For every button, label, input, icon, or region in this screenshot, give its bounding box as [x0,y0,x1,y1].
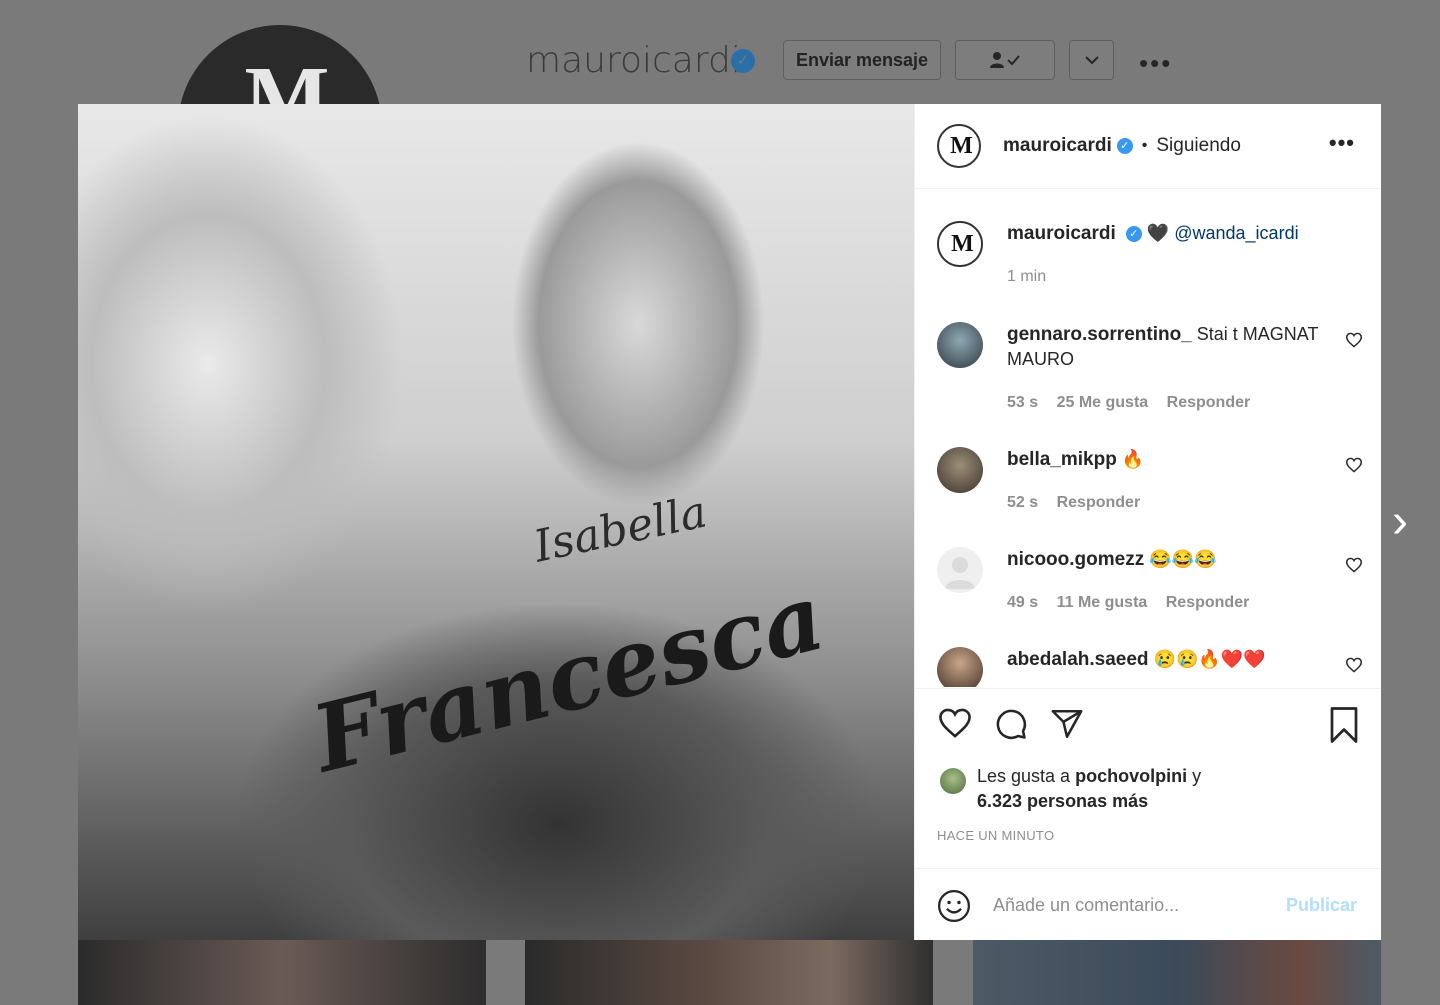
avatar[interactable] [937,647,983,687]
avatar[interactable] [937,447,983,493]
post-options-button[interactable]: ••• [1329,130,1355,156]
post-author-username[interactable]: mauroicardi [1003,135,1112,157]
avatar[interactable] [940,768,966,794]
list-item: gennaro.sorrentino_ Stai t MAGNAT MAURO … [937,322,1381,432]
comment-text: 😂😂😂 [1149,549,1217,569]
comment-time: 49 s [1007,594,1039,611]
person-check-icon [990,52,1020,68]
verified-badge-icon: ✓ [1125,226,1142,243]
heart-icon[interactable] [1345,457,1363,473]
comment-time: 53 s [1007,394,1039,411]
emoji-smile-icon[interactable] [937,889,971,923]
comment-text: 🔥 [1121,449,1145,469]
comment-likes-link[interactable]: 11 Me gusta [1057,594,1148,611]
post-timestamp: HACE UN MINUTO [937,828,1055,843]
list-item: bella_mikpp 🔥 52 s Responder [937,447,1381,537]
publish-button[interactable]: Publicar [1286,895,1357,916]
liker-username-link[interactable]: pochovolpini [1075,766,1187,786]
following-status-button[interactable]: Siguiendo [1156,135,1241,157]
comment-username[interactable]: bella_mikpp [1007,449,1117,470]
comment-username[interactable]: abedalah.saeed [1007,649,1149,670]
send-message-button[interactable]: Enviar mensaje [783,40,941,80]
list-item: nicooo.gomezz 😂😂😂 49 s 11 Me gusta Respo… [937,547,1381,637]
heart-icon[interactable] [1345,557,1363,573]
likes-count-link[interactable]: 6.323 personas más [977,791,1148,811]
post-header: M mauroicardi ✓ • Siguiendo ••• [915,104,1381,189]
share-send-icon[interactable] [1049,707,1085,741]
caption-time: 1 min [1007,268,1047,285]
next-post-arrow-icon[interactable]: › [1392,498,1408,546]
avatar[interactable] [937,322,983,368]
following-button[interactable] [955,40,1055,80]
comment-time: 52 s [1007,494,1039,511]
comment-icon[interactable] [993,707,1029,741]
avatar[interactable] [937,547,983,593]
caption-text: 🖤 [1146,223,1170,243]
caption-mention-link[interactable]: @wanda_icardi [1174,223,1298,243]
comment-input[interactable]: Añade un comentario... [993,895,1179,916]
post-modal: Isabella Francesca M mauroicardi ✓ • Sig… [78,104,1381,940]
verified-badge-icon: ✓ [1116,138,1133,154]
avatar[interactable]: M [937,221,983,267]
likes-prefix: Les gusta a [977,766,1071,786]
suggestions-button[interactable] [1069,40,1114,80]
heart-icon[interactable] [1345,332,1363,348]
reply-button[interactable]: Responder [1166,594,1250,611]
caption-username[interactable]: mauroicardi [1007,223,1116,244]
comments-list[interactable]: M mauroicardi ✓ 🖤 @wanda_icardi 1 min ge… [915,189,1381,687]
default-avatar-icon [945,557,975,589]
grid-thumbnail[interactable] [973,940,1381,1005]
avatar[interactable]: M [937,124,981,168]
heart-icon[interactable] [1345,657,1363,673]
reply-button[interactable]: Responder [1167,394,1251,411]
reply-button[interactable]: Responder [1057,494,1141,511]
chevron-down-icon [1084,56,1099,65]
grid-thumbnail[interactable] [525,940,933,1005]
post-sidebar: M mauroicardi ✓ • Siguiendo ••• M mauroi… [914,104,1381,940]
list-item: abedalah.saeed 😢😢🔥❤️❤️ [937,647,1381,687]
comment-username[interactable]: gennaro.sorrentino_ [1007,324,1192,345]
post-photo[interactable]: Isabella Francesca [78,104,914,940]
action-bar [915,688,1381,755]
tattoo-arm-text: Isabella [529,486,712,573]
bookmark-save-icon[interactable] [1327,707,1361,743]
avatar-text: M [939,223,981,265]
add-comment-bar: Añade un comentario... Publicar [915,868,1381,941]
profile-options-button[interactable]: ••• [1139,48,1172,79]
comment-text: 😢😢🔥❤️❤️ [1153,649,1266,669]
comment-likes-link[interactable]: 25 Me gusta [1057,394,1149,411]
profile-username: mauroicardi [526,40,741,81]
likes-summary: Les gusta a pochovolpini y 6.323 persona… [937,764,1361,814]
verified-badge-icon: ✓ [731,49,755,73]
grid-thumbnail[interactable] [78,940,486,1005]
likes-suffix: y [1192,766,1202,786]
like-heart-icon[interactable] [937,707,973,739]
post-caption: M mauroicardi ✓ 🖤 @wanda_icardi 1 min [937,221,1381,301]
tattoo-chest-text: Francesca [302,562,834,794]
comment-username[interactable]: nicooo.gomezz [1007,549,1144,570]
separator-dot: • [1141,137,1148,154]
